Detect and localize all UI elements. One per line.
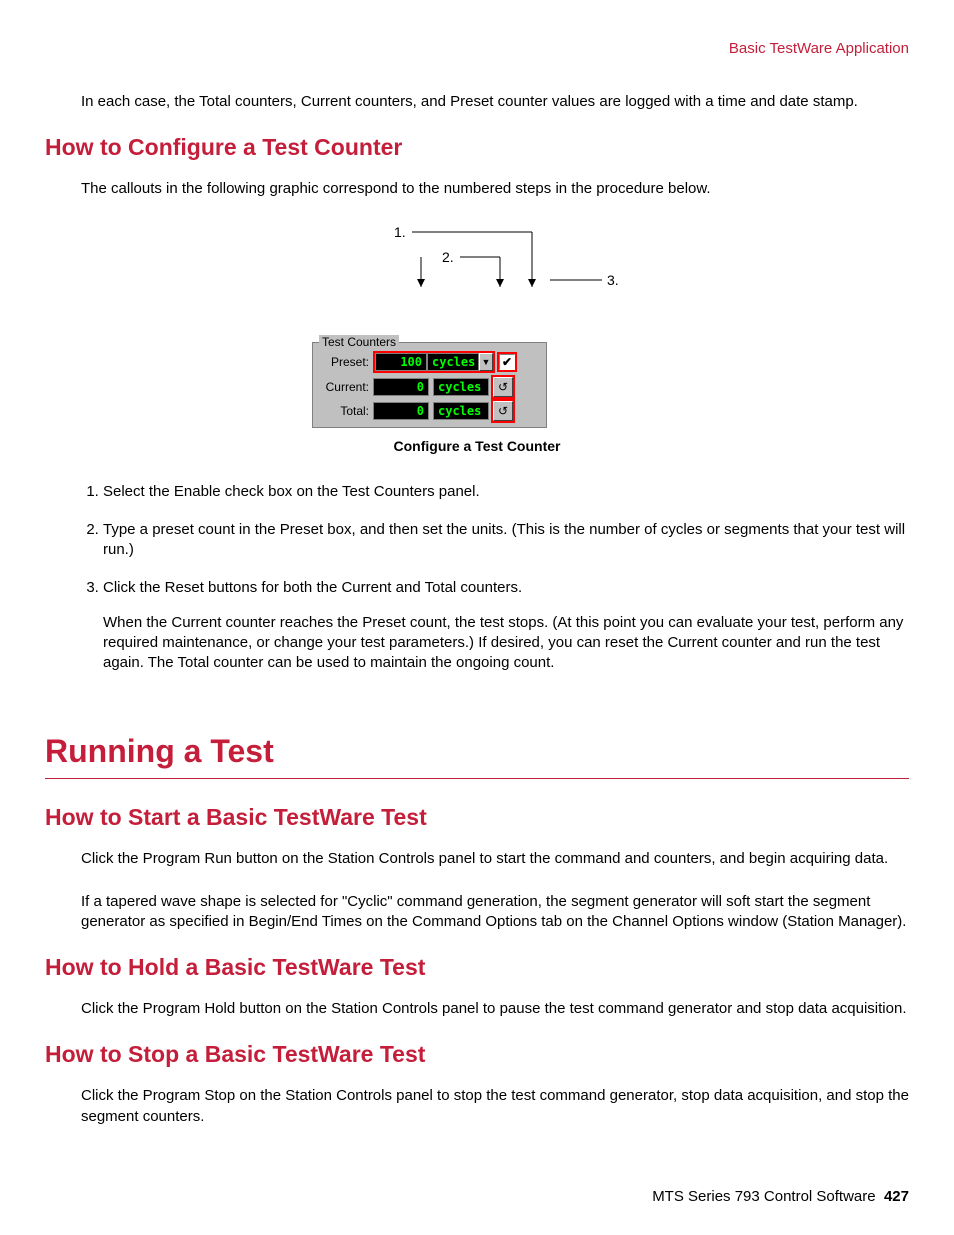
- heading-divider: [45, 778, 909, 779]
- intro-paragraph: In each case, the Total counters, Curren…: [81, 92, 909, 112]
- heading-hold-test: How to Hold a Basic TestWare Test: [45, 954, 909, 981]
- heading-stop-test: How to Stop a Basic TestWare Test: [45, 1041, 909, 1068]
- total-reset-button[interactable]: ↺: [493, 401, 513, 421]
- preset-unit-select[interactable]: cycles: [427, 353, 479, 371]
- step-1-text: Select the Enable check box on the Test …: [103, 483, 480, 500]
- stop-p1: Click the Program Stop on the Station Co…: [81, 1086, 909, 1127]
- page-footer: MTS Series 793 Control Software 427: [652, 1188, 909, 1205]
- heading-running-a-test: Running a Test: [45, 733, 909, 770]
- panel-legend: Test Counters: [319, 335, 399, 349]
- current-label: Current:: [319, 380, 369, 394]
- step-3: Click the Reset buttons for both the Cur…: [103, 578, 909, 673]
- heading-configure-test-counter: How to Configure a Test Counter: [45, 134, 909, 161]
- heading-start-test: How to Start a Basic TestWare Test: [45, 804, 909, 831]
- start-p2: If a tapered wave shape is selected for …: [81, 892, 909, 933]
- callout-1: 1.: [394, 224, 406, 240]
- current-unit: cycles: [433, 378, 489, 396]
- step-2-text: Type a preset count in the Preset box, a…: [103, 521, 905, 558]
- callout-2: 2.: [442, 249, 454, 265]
- total-label: Total:: [319, 404, 369, 418]
- footer-product: MTS Series 793 Control Software: [652, 1188, 875, 1205]
- figure-test-counter: 1. 2. 3. Test Counters Preset: 100 cycle…: [45, 222, 909, 474]
- configure-intro-paragraph: The callouts in the following graphic co…: [81, 179, 909, 199]
- preset-row: Preset: 100 cycles ▼ ✔: [319, 351, 540, 373]
- step-3-subtext: When the Current counter reaches the Pre…: [103, 613, 909, 674]
- test-counters-panel: Test Counters Preset: 100 cycles ▼ ✔ Cur…: [312, 342, 547, 428]
- total-value: 0: [373, 402, 429, 420]
- preset-value-input[interactable]: 100: [375, 353, 427, 371]
- step-1: Select the Enable check box on the Test …: [103, 482, 909, 502]
- preset-label: Preset:: [319, 355, 369, 369]
- step-2: Type a preset count in the Preset box, a…: [103, 520, 909, 561]
- start-p1: Click the Program Run button on the Stat…: [81, 849, 909, 869]
- dropdown-arrow-icon[interactable]: ▼: [479, 353, 493, 371]
- hold-p1: Click the Program Hold button on the Sta…: [81, 999, 909, 1019]
- enable-checkbox[interactable]: ✔: [499, 354, 515, 370]
- total-row: Total: 0 cycles ↺: [319, 401, 540, 421]
- step-3-text: Click the Reset buttons for both the Cur…: [103, 579, 522, 596]
- current-value: 0: [373, 378, 429, 396]
- configure-steps-list: Select the Enable check box on the Test …: [103, 482, 909, 674]
- current-reset-button[interactable]: ↺: [493, 377, 513, 397]
- total-unit: cycles: [433, 402, 489, 420]
- figure-caption: Configure a Test Counter: [394, 438, 561, 454]
- current-row: Current: 0 cycles ↺: [319, 377, 540, 397]
- breadcrumb: Basic TestWare Application: [45, 40, 909, 57]
- callout-3: 3.: [607, 272, 619, 288]
- footer-page-number: 427: [884, 1188, 909, 1205]
